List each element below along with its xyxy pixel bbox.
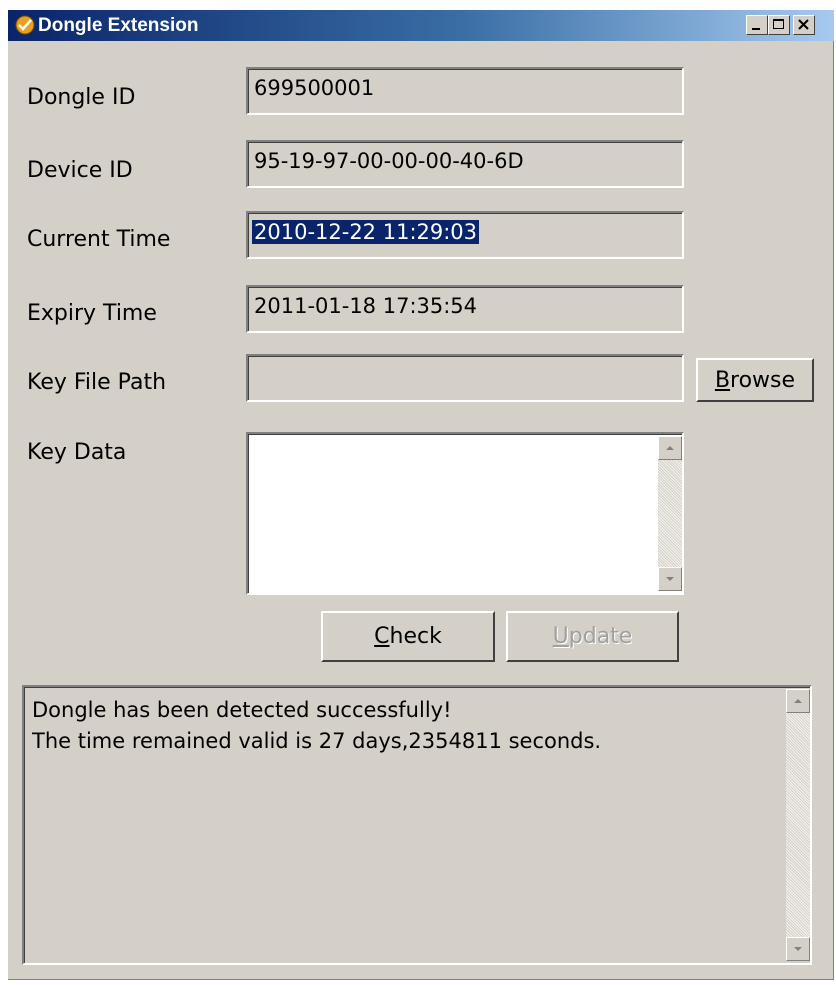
device-id-value: 95-19-97-00-00-00-40-6D [254,149,524,173]
key-file-path-field[interactable] [246,354,684,402]
status-log-scrollbar[interactable] [786,689,810,961]
update-button[interactable]: Update [506,611,679,662]
window-title: Dongle Extension [38,15,199,36]
status-log-line: The time remained valid is 27 days,23548… [32,729,602,753]
dongle-id-field[interactable]: 699500001 [246,67,684,115]
expiry-time-label: Expiry Time [27,301,157,326]
check-button[interactable]: Check [321,611,495,662]
key-data-scroll-up-button[interactable] [658,436,682,460]
key-data-scroll-down-button[interactable] [658,567,682,591]
key-data-label: Key Data [27,440,127,465]
minimize-button[interactable] [746,15,768,35]
maximize-icon [773,19,784,29]
title-bar[interactable]: Dongle Extension [8,10,834,41]
expiry-time-field[interactable]: 2011-01-18 17:35:54 [246,285,684,333]
status-log-scroll-down-button[interactable] [786,937,810,961]
check-button-label: Check [374,624,442,649]
status-log[interactable]: Dongle has been detected successfully! T… [22,685,812,965]
browse-button[interactable]: Browse [696,358,814,402]
status-log-text: Dongle has been detected successfully! T… [32,695,601,757]
key-data-textarea[interactable] [246,432,684,595]
update-button-label: Update [552,624,633,649]
browse-button-label: Browse [714,367,796,393]
device-id-field[interactable]: 95-19-97-00-00-00-40-6D [246,140,684,188]
status-log-scroll-up-button[interactable] [786,689,810,713]
expiry-time-value: 2011-01-18 17:35:54 [254,294,478,318]
dongle-extension-window: Dongle Extension Dongle ID 699500001 Dev… [8,10,834,980]
maximize-button[interactable] [768,15,790,35]
status-log-line: Dongle has been detected successfully! [32,698,452,722]
key-file-path-label: Key File Path [27,370,167,395]
arrow-up-icon [794,699,802,703]
device-id-label: Device ID [27,158,133,183]
dongle-app-icon [15,15,35,35]
minimize-icon [752,28,760,30]
arrow-down-icon [794,947,802,951]
arrow-up-icon [666,446,674,450]
current-time-value: 2010-12-22 11:29:03 [252,220,480,244]
current-time-label: Current Time [27,227,171,252]
current-time-field[interactable]: 2010-12-22 11:29:03 [246,211,684,259]
close-icon [798,19,809,30]
key-data-scrollbar[interactable] [658,436,682,591]
arrow-down-icon [666,577,674,581]
dongle-id-value: 699500001 [254,76,375,100]
dongle-id-label: Dongle ID [27,85,136,110]
close-button[interactable] [793,15,815,35]
